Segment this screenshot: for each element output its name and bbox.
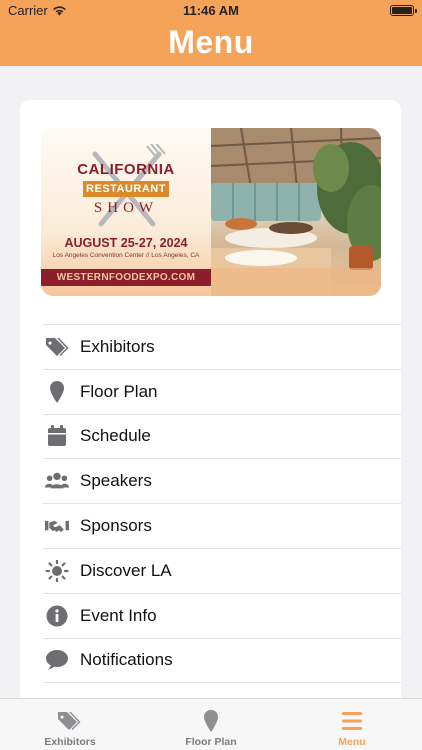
menu-item-event-info[interactable]: Event Info <box>43 592 401 638</box>
banner-venue: Los Angeles Convention Center // Los Ang… <box>52 252 200 259</box>
menu-item-label: Speakers <box>80 471 152 491</box>
map-pin-icon <box>204 710 218 732</box>
banner-logo-panel: CALIFORNIA RESTAURANT SHOW AUGUST 25-27,… <box>41 128 211 296</box>
menu-item-exhibitors[interactable]: Exhibitors <box>43 324 401 369</box>
event-banner[interactable]: CALIFORNIA RESTAURANT SHOW AUGUST 25-27,… <box>41 128 381 296</box>
menu-item-sponsors[interactable]: Sponsors <box>43 503 401 548</box>
menu-item-label: Floor Plan <box>80 381 158 401</box>
menu-item-label: Sponsors <box>80 516 152 536</box>
tags-icon <box>44 335 70 359</box>
status-bar: Carrier 11:46 AM <box>0 0 422 22</box>
handshake-icon <box>44 514 70 538</box>
tab-floor-plan[interactable]: Floor Plan <box>141 699 281 750</box>
banner-url: WESTERNFOODEXPO.COM <box>41 269 211 286</box>
sun-icon <box>44 559 70 583</box>
menu-item-floor-plan[interactable]: Floor Plan <box>43 368 401 414</box>
banner-title-line3: SHOW <box>93 200 159 216</box>
tab-label: Floor Plan <box>185 736 237 748</box>
tab-label: Exhibitors <box>44 736 96 748</box>
header-bar: Carrier 11:46 AM Menu <box>0 0 422 66</box>
menu-item-label: Schedule <box>80 426 151 446</box>
map-pin-icon <box>44 380 70 404</box>
menu-list: Exhibitors Floor Plan Schedule Speakers … <box>43 324 401 720</box>
battery-icon <box>390 5 417 16</box>
restaurant-photo-image <box>211 128 381 296</box>
info-icon <box>44 604 70 628</box>
banner-title-line2: RESTAURANT <box>83 181 169 197</box>
menu-item-schedule[interactable]: Schedule <box>43 413 401 459</box>
hamburger-icon <box>342 712 362 730</box>
chat-bubble-icon <box>44 648 70 672</box>
status-time: 11:46 AM <box>183 3 239 18</box>
tab-label: Menu <box>338 736 366 748</box>
banner-restaurant-photo <box>211 128 381 296</box>
menu-card: CALIFORNIA RESTAURANT SHOW AUGUST 25-27,… <box>20 100 401 720</box>
menu-item-label: Discover LA <box>80 560 172 580</box>
menu-item-label: Notifications <box>80 650 173 670</box>
tags-icon <box>58 712 81 730</box>
menu-item-notifications[interactable]: Notifications <box>43 637 401 683</box>
calendar-icon <box>44 424 70 448</box>
menu-item-label: Exhibitors <box>80 336 155 356</box>
users-icon <box>44 469 70 493</box>
page-title: Menu <box>168 24 254 60</box>
menu-item-speakers[interactable]: Speakers <box>43 458 401 503</box>
tab-exhibitors[interactable]: Exhibitors <box>0 699 140 750</box>
menu-item-discover-la[interactable]: Discover LA <box>43 547 401 593</box>
banner-dates: AUGUST 25-27, 2024 <box>64 236 188 250</box>
tab-bar: Exhibitors Floor Plan Menu <box>0 698 422 750</box>
menu-item-label: Event Info <box>80 605 157 625</box>
tab-menu[interactable]: Menu <box>282 699 422 750</box>
banner-title-line1: CALIFORNIA <box>77 161 175 178</box>
